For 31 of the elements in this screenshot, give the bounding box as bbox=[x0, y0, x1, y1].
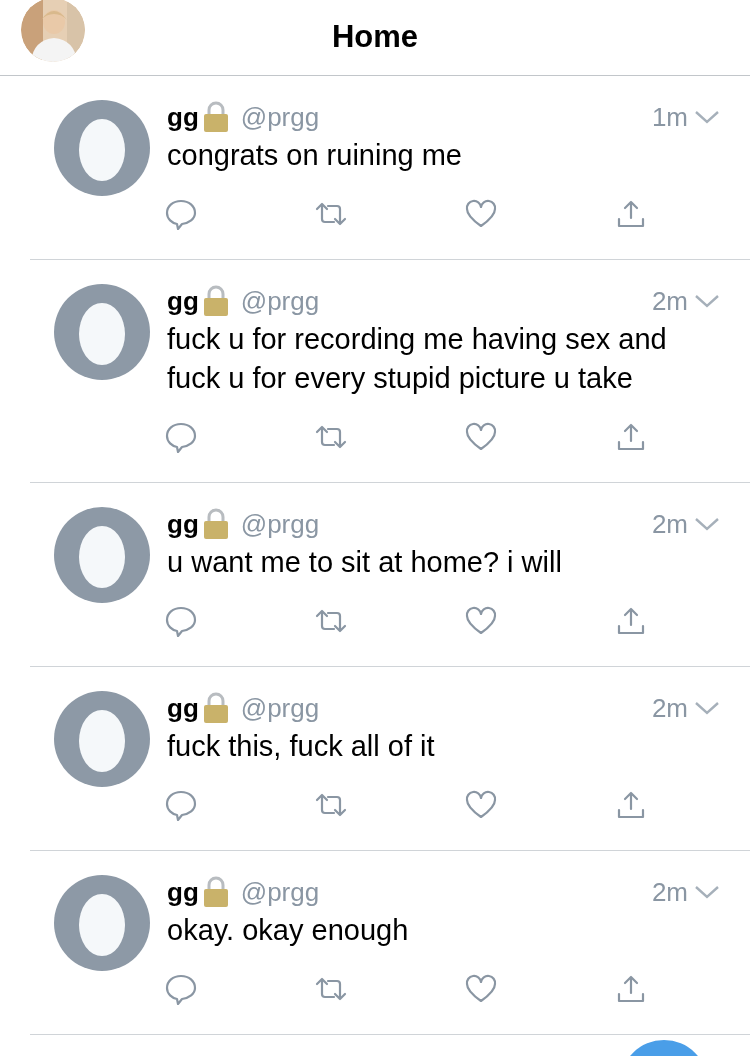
tweet-text: u want me to sit at home? i will bbox=[167, 545, 563, 580]
chevron-down-icon[interactable] bbox=[694, 293, 720, 309]
user-name: gg bbox=[167, 100, 199, 134]
tweet-text: okay. okay enough bbox=[167, 913, 410, 948]
user-name: gg bbox=[167, 691, 199, 725]
tweet-text: fuck u for recording me having sex and fuck u for every stupid picture u take bbox=[167, 322, 668, 396]
chevron-down-icon[interactable] bbox=[694, 884, 720, 900]
user-handle: @prgg bbox=[240, 691, 320, 725]
speech-bubble-icon bbox=[163, 972, 199, 1006]
timestamp: 2m bbox=[651, 284, 688, 318]
timestamp: 1m bbox=[651, 100, 688, 134]
timestamp: 2m bbox=[651, 875, 688, 909]
user-name: gg bbox=[167, 507, 199, 541]
user-handle: @prgg bbox=[240, 507, 320, 541]
user-handle: @prgg bbox=[240, 100, 320, 134]
user-handle: @prgg bbox=[240, 284, 320, 318]
speech-bubble-icon bbox=[163, 604, 199, 638]
chevron-down-icon[interactable] bbox=[694, 700, 720, 716]
timestamp: 2m bbox=[651, 507, 688, 541]
page-title: Home bbox=[331, 18, 419, 57]
tweet-text: fuck this, fuck all of it bbox=[167, 729, 436, 764]
timestamp: 2m bbox=[651, 691, 688, 725]
tweet-text: congrats on ruining me bbox=[167, 138, 463, 173]
speech-bubble-icon bbox=[163, 197, 199, 231]
speech-bubble-icon bbox=[163, 788, 199, 822]
chevron-down-icon[interactable] bbox=[694, 516, 720, 532]
speech-bubble-icon bbox=[163, 420, 199, 454]
user-name: gg bbox=[167, 875, 199, 909]
chevron-down-icon[interactable] bbox=[694, 109, 720, 125]
user-name: gg bbox=[167, 284, 199, 318]
user-handle: @prgg bbox=[240, 875, 320, 909]
